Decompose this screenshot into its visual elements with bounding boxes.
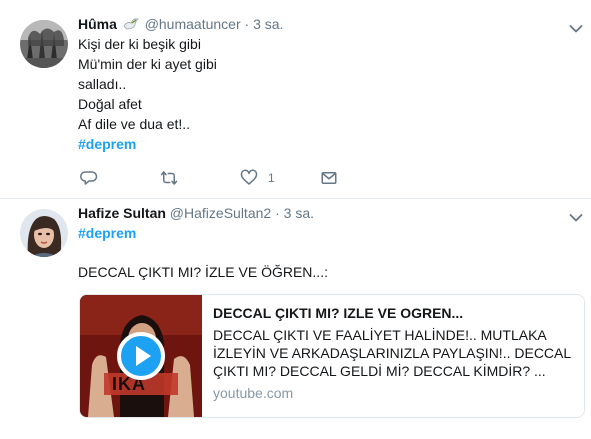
user-handle[interactable]: @humaatuncer	[145, 16, 241, 32]
display-name[interactable]: Hafize Sultan	[78, 205, 166, 221]
retweet-button[interactable]	[160, 168, 188, 188]
tweet-text: Kişi der ki beşik gibi Mü'min der ki aye…	[78, 34, 217, 154]
tweet[interactable]: Hûma @humaatuncer · 3 sa. Kişi der ki be…	[0, 0, 591, 199]
tweet-line: Af dile ve dua et!..	[78, 116, 191, 132]
tweet-text: #deprem	[78, 223, 136, 243]
video-thumbnail[interactable]: IKA	[80, 295, 202, 417]
separator-dot: ·	[244, 16, 250, 32]
timestamp[interactable]: 3 sa.	[284, 205, 314, 221]
tweet-line: Doğal afet	[78, 96, 142, 112]
avatar-image	[20, 20, 68, 68]
hashtag-link[interactable]: #deprem	[78, 134, 217, 154]
tweet-line: Mü'min der ki ayet gibi	[78, 56, 217, 72]
tweet-text: DECCAL ÇIKTI MI? İZLE VE ÖĞREN...:	[78, 262, 328, 282]
avatar-image	[20, 209, 68, 257]
tweet-line: DECCAL ÇIKTI MI? İZLE VE ÖĞREN...:	[78, 264, 328, 280]
tweet-line: Kişi der ki beşik gibi	[78, 36, 201, 52]
card-description: DECCAL ÇIKTI VE FAALİYET HALİNDE!.. MUTL…	[213, 327, 571, 379]
chevron-down-icon[interactable]	[569, 210, 583, 222]
separator-dot: ·	[275, 205, 280, 221]
direct-message-button[interactable]	[320, 168, 348, 188]
heart-icon	[240, 169, 258, 185]
like-button[interactable]: 1	[240, 168, 275, 188]
tweet-actions: 1	[80, 168, 360, 188]
tweet-header: Hûma @humaatuncer · 3 sa.	[78, 15, 283, 35]
tweet-line: salladı..	[78, 76, 127, 92]
user-handle[interactable]: @HafizeSultan2	[170, 205, 271, 221]
card-domain: youtube.com	[213, 385, 294, 401]
hashtag-link[interactable]: #deprem	[78, 223, 136, 243]
chevron-down-icon[interactable]	[569, 21, 583, 33]
like-count: 1	[268, 171, 275, 185]
dove-emoji-icon	[123, 17, 139, 35]
direct-message-icon	[321, 172, 337, 184]
reply-icon	[80, 171, 98, 185]
play-icon[interactable]	[117, 332, 165, 380]
link-card[interactable]: IKA DECCAL ÇIKTI MI? IZLE VE OGREN... DE…	[79, 294, 585, 418]
timestamp[interactable]: 3 sa.	[253, 16, 283, 32]
retweet-icon	[160, 171, 178, 185]
avatar[interactable]	[20, 20, 68, 68]
display-name[interactable]: Hûma	[78, 16, 117, 32]
avatar[interactable]	[20, 209, 68, 257]
tweet-header: Hafize Sultan @HafizeSultan2 · 3 sa.	[78, 204, 314, 222]
reply-button[interactable]	[80, 168, 108, 188]
tweet[interactable]: Hafize Sultan @HafizeSultan2 · 3 sa. #de…	[0, 199, 591, 439]
card-content: DECCAL ÇIKTI MI? IZLE VE OGREN... DECCAL…	[213, 303, 573, 401]
card-title: DECCAL ÇIKTI MI? IZLE VE OGREN...	[213, 305, 464, 321]
